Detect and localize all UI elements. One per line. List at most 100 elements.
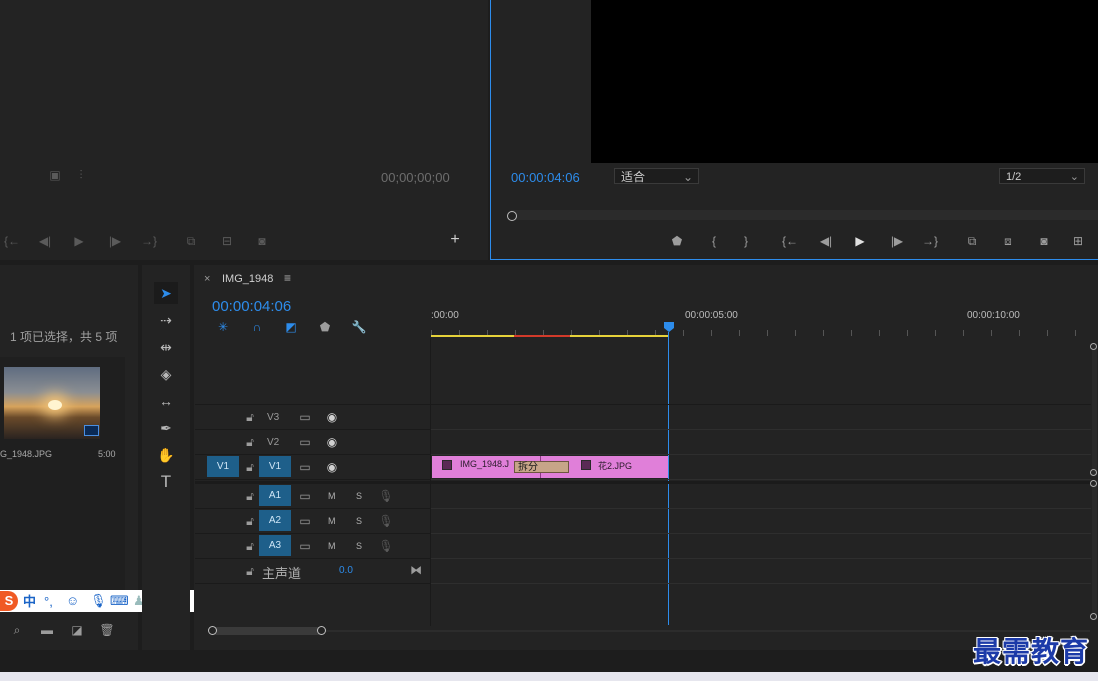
video-scroll-track[interactable] [1092,344,1097,475]
fit-dropdown[interactable]: 适合 ⌄ [614,168,699,184]
track-target-a3[interactable]: A3 [259,535,291,556]
lane-master[interactable] [431,559,1091,584]
linked-selection-icon[interactable]: ◩ [282,320,300,334]
eye-icon[interactable]: ◉ [323,460,341,474]
sync-lock-icon[interactable]: ▭ [296,489,314,503]
lane-v2[interactable] [431,430,1091,455]
emoji-icon[interactable]: ☺ [66,593,79,609]
type-tool-icon[interactable]: T [154,471,178,493]
source-overwrite-icon[interactable]: ⊟ [218,234,236,248]
mark-in-icon[interactable]: { [705,234,723,248]
timeline-timecode[interactable]: 00:00:04:06 [212,298,291,315]
zoom-handle-right[interactable] [317,626,326,635]
solo-button[interactable]: S [356,516,362,526]
scroll-handle[interactable] [1090,480,1097,487]
new-bin-icon[interactable]: ▬ [38,623,56,637]
go-to-end-icon[interactable]: ⧓ [407,563,425,577]
solo-button[interactable]: S [356,541,362,551]
zoom-handle-left[interactable] [208,626,217,635]
source-export-frame-icon[interactable]: ◙ [253,234,271,248]
eye-icon[interactable]: ◉ [323,410,341,424]
clip-thumbnail[interactable] [4,367,100,439]
ime-punctuation-icon[interactable]: °, [44,594,53,610]
source-timecode[interactable]: 00;00;00;00 [381,170,450,185]
microphone-icon[interactable]: 🎙 [377,539,395,553]
lock-icon[interactable]: 🔓︎ [241,435,259,449]
audio-scroll-track[interactable] [1092,484,1097,620]
scroll-handle[interactable] [1090,343,1097,350]
comparison-view-icon[interactable]: ⊞ [1069,234,1087,248]
search-icon[interactable]: ⌕ [8,623,26,637]
program-timecode[interactable]: 00:00:04:06 [511,170,580,185]
sync-lock-icon[interactable]: ▭ [296,539,314,553]
microphone-icon[interactable]: 🎙 [377,489,395,503]
sync-lock-icon[interactable]: ▭ [296,435,314,449]
lock-icon[interactable]: 🔓︎ [241,514,259,528]
eye-icon[interactable]: ◉ [323,435,341,449]
lane-a1[interactable] [431,484,1091,509]
lock-icon[interactable]: 🔓︎ [241,564,259,578]
keyboard-icon[interactable]: ⌨ [110,593,129,609]
lock-icon[interactable]: 🔓︎ [241,460,259,474]
slip-tool-icon[interactable]: ↔ [154,390,178,412]
voice-icon[interactable]: 🎙 [90,593,107,609]
trash-icon[interactable]: 🗑 [98,623,116,637]
mark-out-icon[interactable]: } [737,234,755,248]
ime-chinese-mode[interactable]: 中 [23,594,36,610]
step-back-icon[interactable]: ◀| [817,234,835,248]
resolution-dropdown[interactable]: 1/2 ⌄ [999,168,1085,184]
marker-icon[interactable]: ⬟ [668,234,686,248]
master-volume-value[interactable]: 0.0 [339,565,353,576]
export-frame-icon[interactable]: ◙ [1035,234,1053,248]
ime-logo-icon[interactable]: S [0,591,18,611]
wrench-icon[interactable]: 🔧 [350,320,368,334]
source-go-out-icon[interactable]: →} [140,234,158,248]
selection-tool-icon[interactable]: ➤ [154,282,178,304]
solo-button[interactable]: S [356,491,362,501]
source-patch-v1[interactable]: V1 [207,456,239,477]
ripple-edit-tool-icon[interactable]: ⇹ [154,336,178,358]
scroll-handle[interactable] [1090,613,1097,620]
track-target-a1[interactable]: A1 [259,485,291,506]
mute-button[interactable]: M [328,491,336,501]
source-go-in-icon[interactable]: {← [3,234,21,248]
track-name[interactable]: V2 [267,437,279,448]
sync-lock-icon[interactable]: ▭ [296,514,314,528]
source-settings-icon[interactable]: ▣ [46,168,64,182]
new-item-icon[interactable]: ◪ [68,623,86,637]
close-sequence-icon[interactable]: × [204,273,210,285]
sequence-tab[interactable]: IMG_1948 [222,273,273,285]
lock-icon[interactable]: 🔓︎ [241,489,259,503]
source-add-button-icon[interactable]: + [446,232,464,248]
source-step-back-icon[interactable]: ◀| [36,234,54,248]
sync-lock-icon[interactable]: ▭ [296,460,314,474]
program-scrub-handle[interactable] [507,211,517,221]
source-play-icon[interactable]: ▶ [70,234,88,248]
lift-icon[interactable]: ⧉ [963,234,981,248]
go-to-out-icon[interactable]: →} [921,234,939,248]
source-drag-audio-icon[interactable]: ⫶ [72,168,90,182]
sync-lock-icon[interactable]: ▭ [296,410,314,424]
mute-button[interactable]: M [328,541,336,551]
track-target-a2[interactable]: A2 [259,510,291,531]
mute-button[interactable]: M [328,516,336,526]
lane-a2[interactable] [431,509,1091,534]
panel-menu-icon[interactable]: ≡ [284,271,291,285]
play-icon[interactable]: ▶ [851,234,869,248]
microphone-icon[interactable]: 🎙 [377,514,395,528]
hand-tool-icon[interactable]: ✋ [154,444,178,466]
track-select-tool-icon[interactable]: ⇢ [154,309,178,331]
pen-tool-icon[interactable]: ✒ [154,417,178,439]
lane-v3[interactable] [431,405,1091,430]
go-to-in-icon[interactable]: {← [781,234,799,248]
source-step-forward-icon[interactable]: |▶ [106,234,124,248]
scroll-handle[interactable] [1090,469,1097,476]
nest-icon[interactable]: ✳ [214,320,232,334]
lock-icon[interactable]: 🔓︎ [241,410,259,424]
lock-icon[interactable]: 🔓︎ [241,539,259,553]
program-scrub-bar[interactable] [511,210,1098,220]
step-forward-icon[interactable]: |▶ [888,234,906,248]
source-insert-icon[interactable]: ⧉ [182,234,200,248]
snap-icon[interactable]: ∩ [248,320,266,334]
add-marker-icon[interactable]: ⬟ [316,320,334,334]
